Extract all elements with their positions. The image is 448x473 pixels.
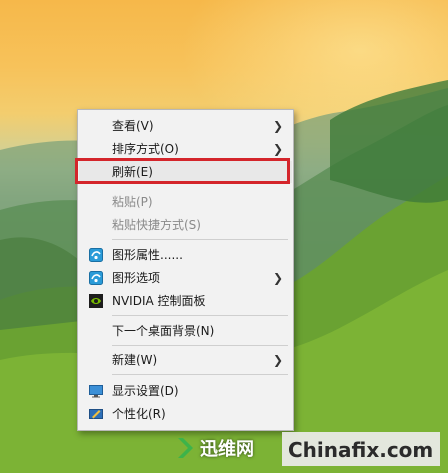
menu-item-nvidia-control-panel[interactable]: NVIDIA 控制面板 (78, 290, 293, 312)
intel-graphics-icon (89, 248, 103, 262)
watermark-cn-text: 迅维网 (200, 439, 254, 460)
chevron-right-icon: ❯ (272, 119, 283, 133)
watermark-en-text: Chinafix.com (288, 438, 434, 462)
menu-item-personalize[interactable]: 个性化(R) (78, 403, 293, 425)
menu-item-graphics-options[interactable]: 图形选项 ❯ (78, 267, 293, 289)
menu-item-label: 个性化(R) (112, 407, 166, 421)
menu-separator (112, 315, 288, 316)
menu-item-label: 图形选项 (112, 271, 161, 285)
menu-item-label: 排序方式(O) (112, 142, 179, 156)
menu-item-label: 显示设置(D) (112, 384, 179, 398)
menu-item-label: NVIDIA 控制面板 (112, 294, 206, 308)
personalize-icon (89, 409, 103, 419)
menu-separator (112, 239, 288, 240)
menu-separator (112, 374, 288, 375)
menu-item-sort-by[interactable]: 排序方式(O) ❯ (78, 138, 293, 160)
menu-item-new[interactable]: 新建(W) ❯ (78, 349, 293, 371)
menu-item-next-desktop-background[interactable]: 下一个桌面背景(N) (78, 320, 293, 342)
menu-item-view[interactable]: 查看(V) ❯ (78, 115, 293, 137)
chevron-right-icon: ❯ (272, 353, 283, 367)
watermark-logo-icon (178, 438, 193, 458)
refresh-highlight-annotation (75, 158, 290, 184)
chevron-right-icon: ❯ (272, 142, 283, 156)
menu-item-label: 粘贴快捷方式(S) (112, 218, 201, 232)
intel-graphics-icon (89, 271, 103, 285)
menu-item-label: 图形属性...... (112, 248, 183, 262)
menu-item-label: 粘贴(P) (112, 195, 153, 209)
menu-item-display-settings[interactable]: 显示设置(D) (78, 380, 293, 402)
nvidia-icon (89, 294, 103, 308)
menu-item-label: 新建(W) (112, 353, 158, 367)
chevron-right-icon: ❯ (272, 271, 283, 285)
menu-item-graphics-properties[interactable]: 图形属性...... (78, 244, 293, 266)
display-icon (89, 385, 103, 398)
menu-item-paste-shortcut[interactable]: 粘贴快捷方式(S) (78, 214, 293, 236)
menu-separator (112, 345, 288, 346)
menu-item-label: 查看(V) (112, 119, 154, 133)
menu-item-paste[interactable]: 粘贴(P) (78, 191, 293, 213)
menu-item-label: 下一个桌面背景(N) (112, 324, 215, 338)
